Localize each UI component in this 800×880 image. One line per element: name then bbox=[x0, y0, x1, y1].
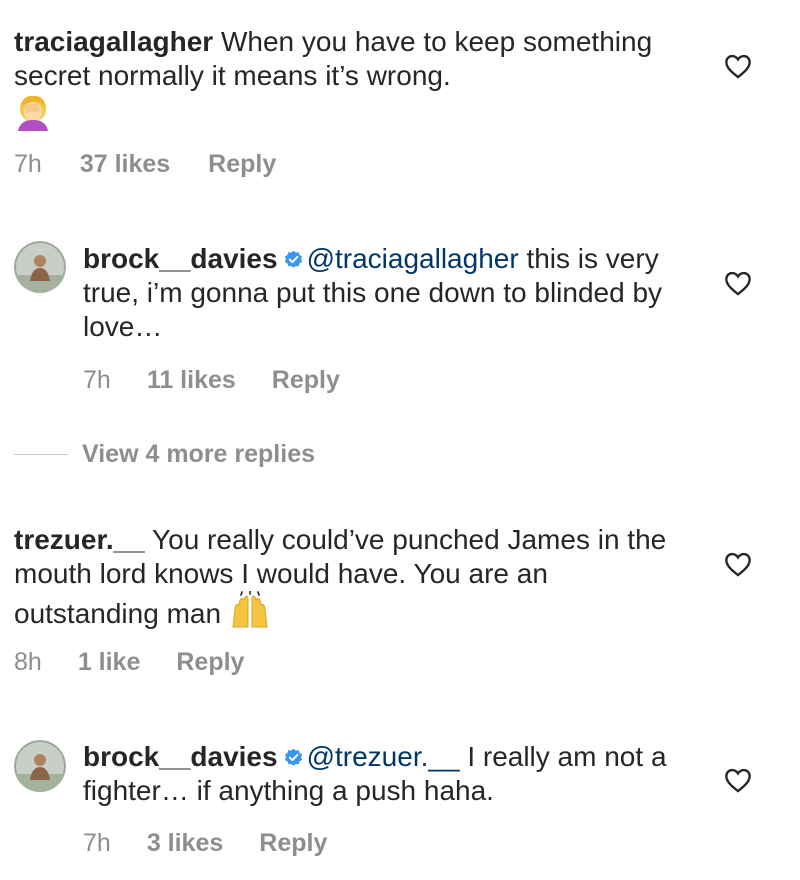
comment-username[interactable]: brock__davies bbox=[83, 741, 278, 772]
comment-time[interactable]: 7h bbox=[83, 829, 111, 858]
avatar[interactable] bbox=[14, 740, 66, 792]
reply-button[interactable]: Reply bbox=[208, 150, 276, 179]
face-palm-emoji bbox=[14, 93, 52, 139]
comment-likes[interactable]: 1 like bbox=[78, 648, 141, 677]
view-more-replies[interactable]: View 4 more replies bbox=[14, 440, 315, 469]
comment-meta: 8h 1 like Reply bbox=[14, 648, 244, 677]
divider bbox=[14, 454, 68, 455]
comment-likes[interactable]: 3 likes bbox=[147, 829, 223, 858]
comment-meta: 7h 37 likes Reply bbox=[14, 150, 276, 179]
heart-outline-icon[interactable] bbox=[724, 270, 752, 296]
mention-link[interactable]: @trezuer.__ bbox=[307, 741, 460, 772]
view-more-replies-label[interactable]: View 4 more replies bbox=[82, 440, 315, 469]
heart-outline-icon[interactable] bbox=[724, 551, 752, 577]
reply-button[interactable]: Reply bbox=[272, 366, 340, 395]
comment-text: brock__davies @trezuer.__ I really am no… bbox=[83, 740, 683, 808]
comment-time[interactable]: 7h bbox=[83, 366, 111, 395]
comment-time[interactable]: 7h bbox=[14, 150, 42, 179]
verified-badge-icon bbox=[284, 748, 302, 766]
comment-text: traciagallagher When you have to keep so… bbox=[14, 25, 694, 139]
heart-outline-icon[interactable] bbox=[724, 53, 752, 79]
raising-hands-emoji bbox=[229, 590, 271, 637]
comment-username[interactable]: trezuer.__ bbox=[14, 524, 145, 555]
comment-username[interactable]: traciagallagher bbox=[14, 26, 213, 57]
comment-username[interactable]: brock__davies bbox=[83, 243, 278, 274]
comment-text: trezuer.__ You really could’ve punched J… bbox=[14, 523, 694, 637]
mention-link[interactable]: @traciagallagher bbox=[307, 243, 519, 274]
reply-button[interactable]: Reply bbox=[176, 648, 244, 677]
heart-outline-icon[interactable] bbox=[724, 767, 752, 793]
comment-time[interactable]: 8h bbox=[14, 648, 42, 677]
comment-meta: 7h 11 likes Reply bbox=[83, 366, 340, 395]
comment-meta: 7h 3 likes Reply bbox=[83, 829, 327, 858]
avatar[interactable] bbox=[14, 241, 66, 293]
comment-likes[interactable]: 37 likes bbox=[80, 150, 170, 179]
reply-button[interactable]: Reply bbox=[259, 829, 327, 858]
verified-badge-icon bbox=[284, 250, 302, 268]
comment-likes[interactable]: 11 likes bbox=[147, 366, 236, 395]
comment-text: brock__davies @traciagallagher this is v… bbox=[83, 242, 683, 344]
